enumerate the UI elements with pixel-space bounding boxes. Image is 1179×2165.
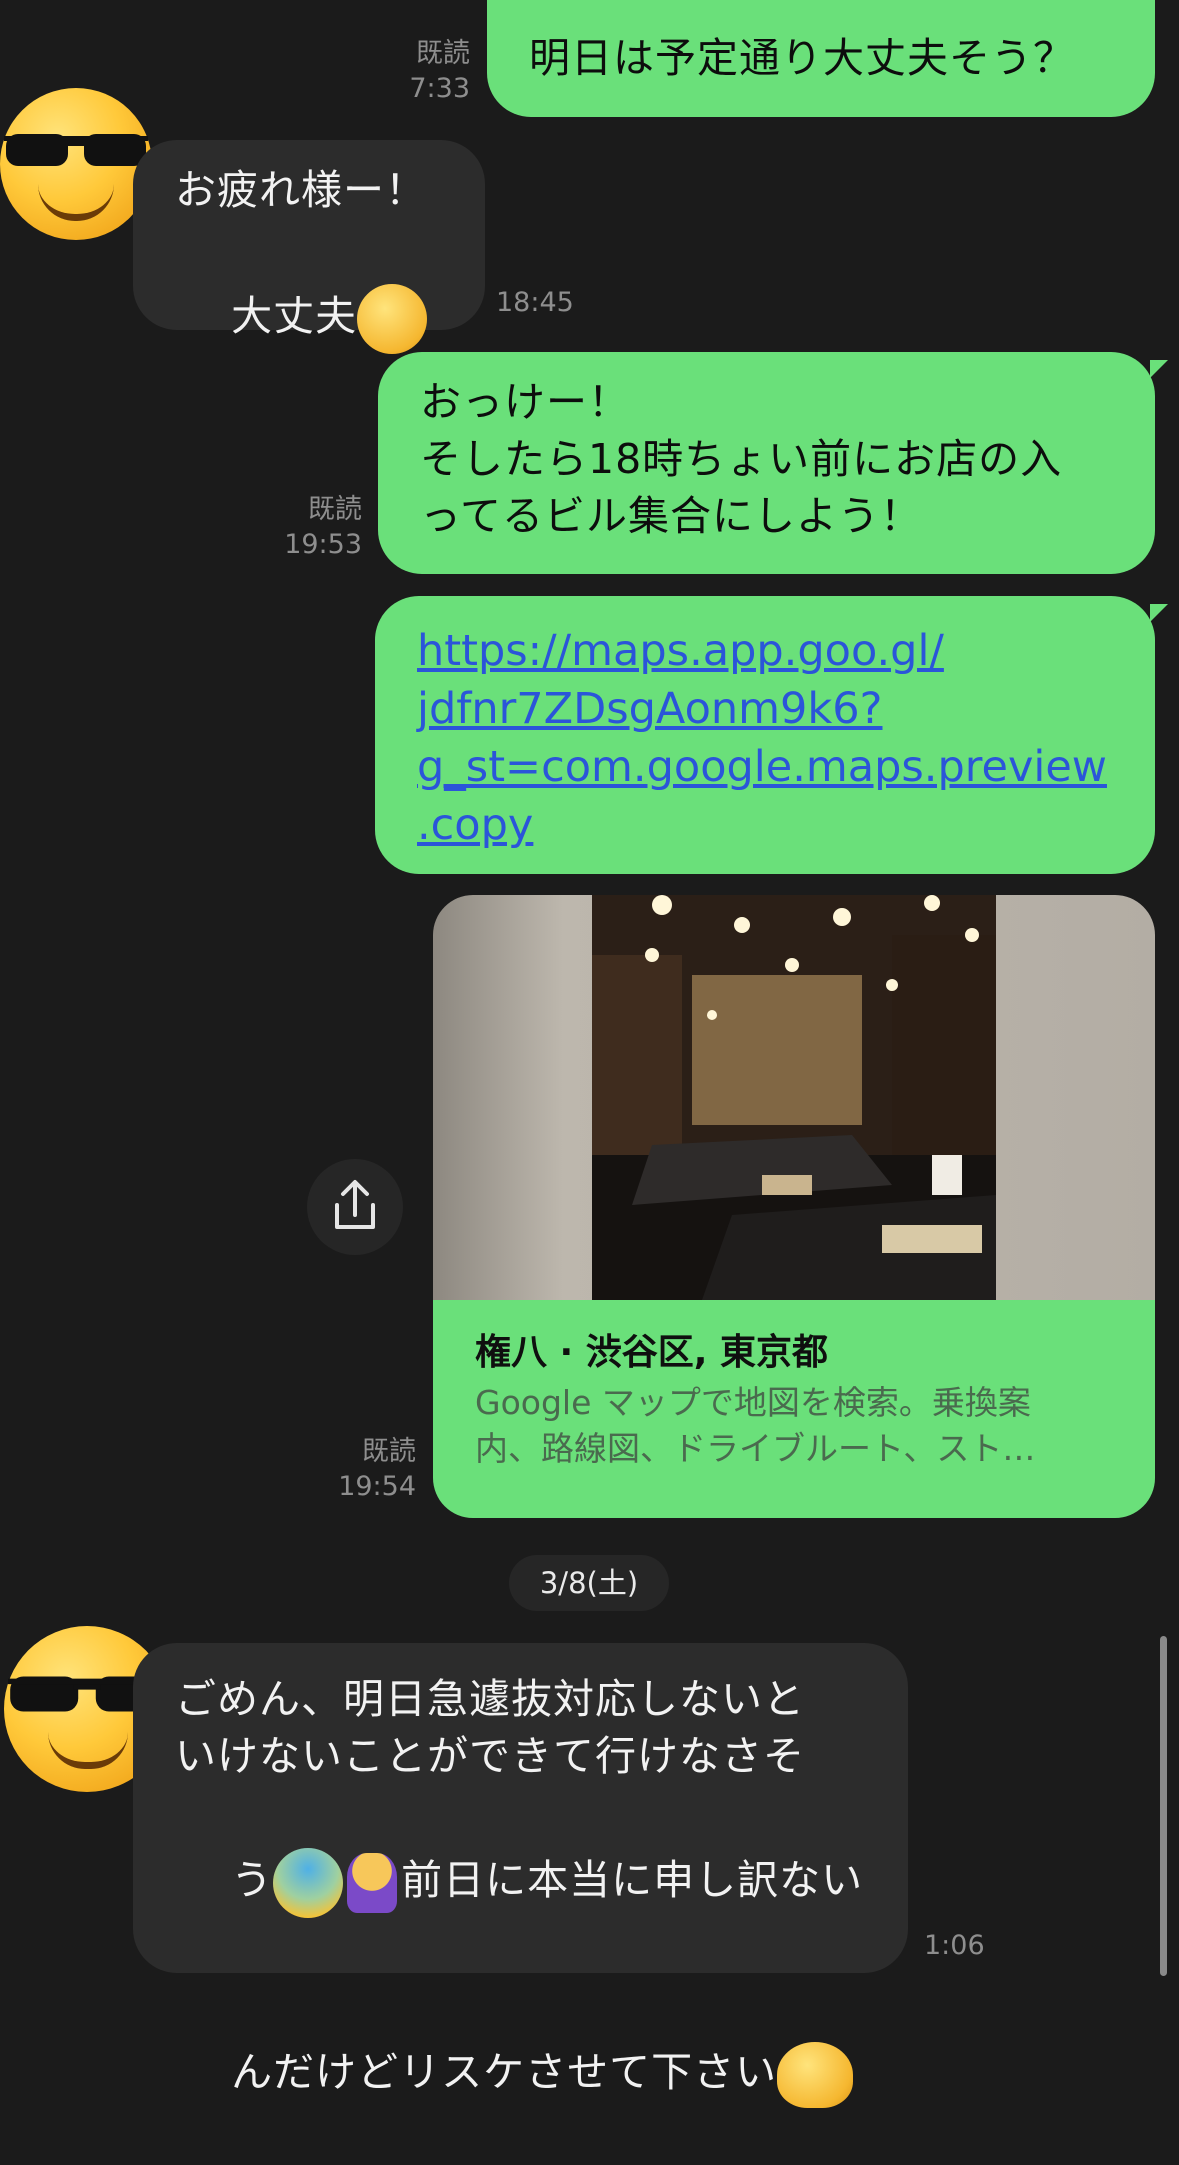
bubble-tail [1150,604,1168,622]
message-time: 1:06 [924,1930,985,1961]
message-bubble-incoming[interactable]: ごめん、明日急遽抜対応しないと いけないことができて行けなさそ う前日に本当に申… [133,1643,908,2108]
map-link-line[interactable]: g_st=com.google.maps.preview [417,738,1113,796]
scrollbar[interactable] [1160,1636,1167,1976]
message-text-line: お疲れ様ー！ [175,166,427,214]
message-bubble-incoming[interactable]: お疲れ様ー！ 大丈夫 [133,140,485,354]
link-preview-description: 内、路線図、ドライブルート、スト… [475,1429,1036,1468]
message-text-line: ごめん、明日急遽抜対応しないと [175,1675,805,1723]
share-icon [335,1180,375,1229]
link-preview-description: Google マップで地図を検索。乗換案 [475,1383,1031,1422]
message-text-line: おっけー！ [420,378,630,426]
message-text-line: う前日に本当に申し訳ない [175,1791,866,1975]
message-text-line: んだけどリスケさせて下さい [175,1985,866,2165]
link-preview-card[interactable]: 権八 · 渋谷区, 東京都 Google マップで地図を検索。乗換案 内、路線図… [433,1300,1155,1518]
message-text: 明日は予定通り大丈夫そう？ [529,34,1075,82]
share-button[interactable] [307,1159,403,1255]
map-link-line[interactable]: .copy [417,796,1113,854]
restaurant-photo[interactable] [592,895,996,1300]
date-separator: 3/8(土) [509,1555,669,1611]
sad-face-emoji-icon [777,2042,854,2108]
message-text-line: ってるビル集合にしよう！ [420,492,922,540]
read-receipt: 既読 19:53 [284,494,362,560]
blue-face-emoji-icon [273,1848,344,1918]
link-message-bubble[interactable]: https://maps.app.goo.gl/ jdfnr7ZDsgAonm9… [375,596,1155,874]
map-link-line[interactable]: jdfnr7ZDsgAonm9k6? [417,680,1113,738]
message-text-line: いけないことができて行けなさそ [175,1732,805,1780]
sunglasses-face-avatar[interactable] [0,88,152,240]
message-time: 18:45 [496,287,574,318]
message-bubble-outgoing[interactable]: おっけー！ そしたら18時ちょい前にお店の入 ってるビル集合にしよう！ [378,352,1155,574]
happy-face-emoji-icon [357,284,428,354]
map-link-line[interactable]: https://maps.app.goo.gl/ [417,622,1113,680]
bubble-tail [1150,360,1168,378]
message-text-line: そしたら18時ちょい前にお店の入 [420,435,1063,483]
read-receipt: 既読 19:54 [338,1436,416,1502]
message-bubble-outgoing[interactable]: 明日は予定通り大丈夫そう？ [487,0,1155,117]
read-receipt: 既読 7:33 [409,38,470,104]
link-preview-title: 権八 · 渋谷区, 東京都 [475,1332,828,1373]
bowing-person-emoji-icon [347,1853,398,1913]
